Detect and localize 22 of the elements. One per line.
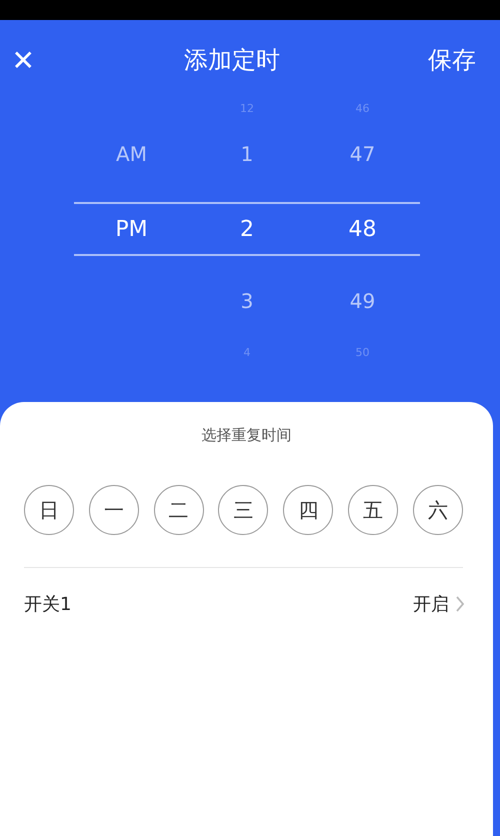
- picker-item[interactable]: 48: [305, 202, 420, 256]
- chevron-icon: [455, 595, 465, 613]
- switch-value-button[interactable]: 开启: [413, 592, 465, 616]
- weekday-toggle[interactable]: 六: [412, 485, 463, 535]
- switch-label: 开关1: [24, 593, 72, 616]
- close-button[interactable]: ✕: [10, 45, 36, 75]
- picker-item[interactable]: 2: [189, 202, 305, 256]
- picker-item[interactable]: 49: [305, 274, 420, 328]
- weekday-toggle[interactable]: 一: [88, 485, 139, 535]
- picker-item[interactable]: AM: [74, 124, 189, 184]
- weekday-toggle[interactable]: 二: [154, 485, 204, 535]
- weekday-toggle[interactable]: 五: [348, 485, 398, 535]
- weekday-toggle[interactable]: 日: [24, 485, 74, 535]
- picker-item[interactable]: 47: [305, 124, 420, 184]
- weekday-toggle[interactable]: 四: [283, 485, 334, 535]
- weekday-toggle[interactable]: 三: [218, 485, 268, 535]
- picker-item[interactable]: 1: [189, 124, 305, 184]
- picker-item[interactable]: PM: [74, 202, 189, 256]
- screen-title: 添加定时: [184, 45, 280, 76]
- save-button[interactable]: 保存: [428, 44, 476, 76]
- sheet-title: 选择重复时间: [202, 426, 292, 445]
- picker-item[interactable]: 3: [189, 274, 305, 328]
